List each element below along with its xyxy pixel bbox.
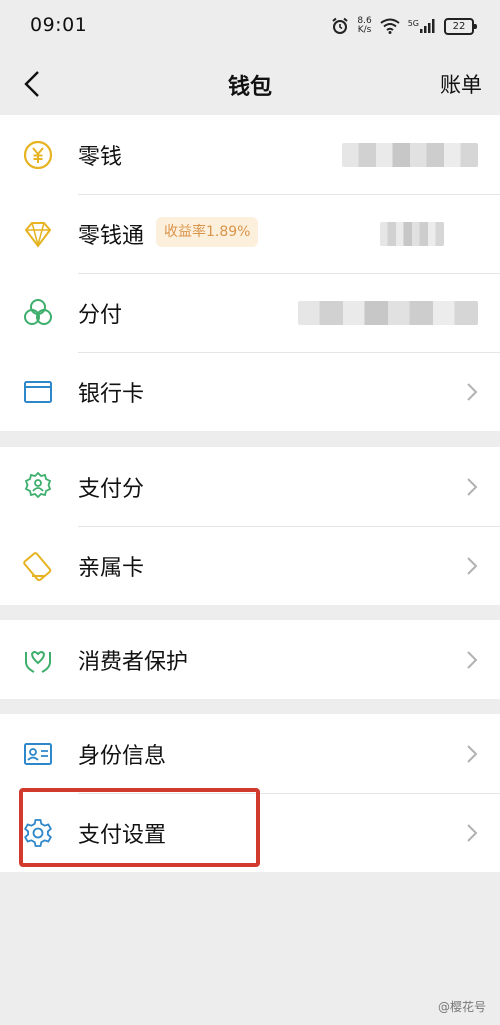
row-label: 分付 — [78, 303, 123, 328]
row-label: 支付分 — [78, 477, 145, 502]
yield-rate-badge: 收益率1.89% — [156, 217, 259, 247]
masked-balance — [342, 143, 478, 167]
battery-indicator: 22 — [444, 17, 477, 35]
chevron-right-icon — [467, 557, 478, 575]
row-label: 零钱 — [78, 145, 123, 170]
row-label: 银行卡 — [78, 382, 145, 407]
chevron-left-icon — [24, 71, 39, 97]
diamond-icon — [24, 222, 52, 248]
network-type: 5G — [407, 19, 419, 28]
back-button[interactable] — [14, 66, 50, 102]
cellular-signal: 5G — [408, 19, 436, 33]
yen-coin-icon — [23, 140, 53, 170]
chevron-right-icon — [467, 478, 478, 496]
bank-card-icon — [24, 381, 52, 403]
protect-hands-icon — [25, 651, 51, 673]
signal-bars-icon — [420, 19, 435, 33]
row-family-card[interactable]: 亲属卡 — [0, 526, 500, 605]
status-time: 09:01 — [30, 14, 88, 36]
nav-bar: 钱包 账单 — [0, 54, 500, 114]
page-title: 钱包 — [227, 75, 272, 100]
wallet-group-balance: 零钱 零钱通 收益率1.89% 分付 银行卡 — [0, 115, 500, 431]
chevron-right-icon — [467, 383, 478, 401]
chevron-right-icon — [467, 824, 478, 842]
row-identity-info[interactable]: 身份信息 — [0, 714, 500, 793]
wallet-group-protection: 消费者保护 — [0, 620, 500, 699]
row-credit-score[interactable]: 支付分 — [0, 447, 500, 526]
bill-button[interactable]: 账单 — [440, 69, 482, 99]
row-consumer-protection[interactable]: 消费者保护 — [0, 620, 500, 699]
row-label: 零钱通 — [78, 224, 145, 249]
row-bank-card[interactable]: 银行卡 — [0, 352, 500, 431]
row-payment-settings[interactable]: 支付设置 — [0, 793, 500, 872]
family-card-icon — [23, 552, 52, 582]
chevron-right-icon — [467, 651, 478, 669]
chevron-right-icon — [467, 745, 478, 763]
watermark-text: @樱花号 — [437, 1000, 486, 1014]
row-label: 亲属卡 — [78, 556, 145, 581]
wallet-group-credit: 支付分 亲属卡 — [0, 447, 500, 605]
gear-icon — [24, 819, 52, 847]
row-change-fund[interactable]: 零钱通 收益率1.89% — [0, 194, 500, 273]
row-label: 消费者保护 — [78, 650, 189, 675]
wifi-icon — [380, 18, 400, 34]
row-label: 支付设置 — [78, 823, 167, 848]
watermark: @樱花号 — [438, 998, 486, 1015]
network-speed-unit: K/s — [357, 25, 372, 35]
masked-balance — [298, 301, 478, 325]
row-fenfu[interactable]: 分付 — [0, 273, 500, 352]
alarm-clock-icon — [332, 17, 349, 34]
wallet-group-settings: 身份信息 支付设置 — [0, 714, 500, 872]
credit-score-icon — [24, 471, 52, 499]
status-bar: 09:01 8.6 K/s 5G 22 — [0, 0, 500, 54]
id-card-icon — [24, 743, 52, 765]
network-speed: 8.6 K/s — [357, 17, 371, 35]
status-icons: 8.6 K/s 5G 22 — [331, 12, 477, 40]
masked-balance — [380, 222, 444, 246]
trefoil-icon — [24, 299, 52, 325]
row-label: 身份信息 — [78, 744, 167, 769]
row-change[interactable]: 零钱 — [0, 115, 500, 194]
